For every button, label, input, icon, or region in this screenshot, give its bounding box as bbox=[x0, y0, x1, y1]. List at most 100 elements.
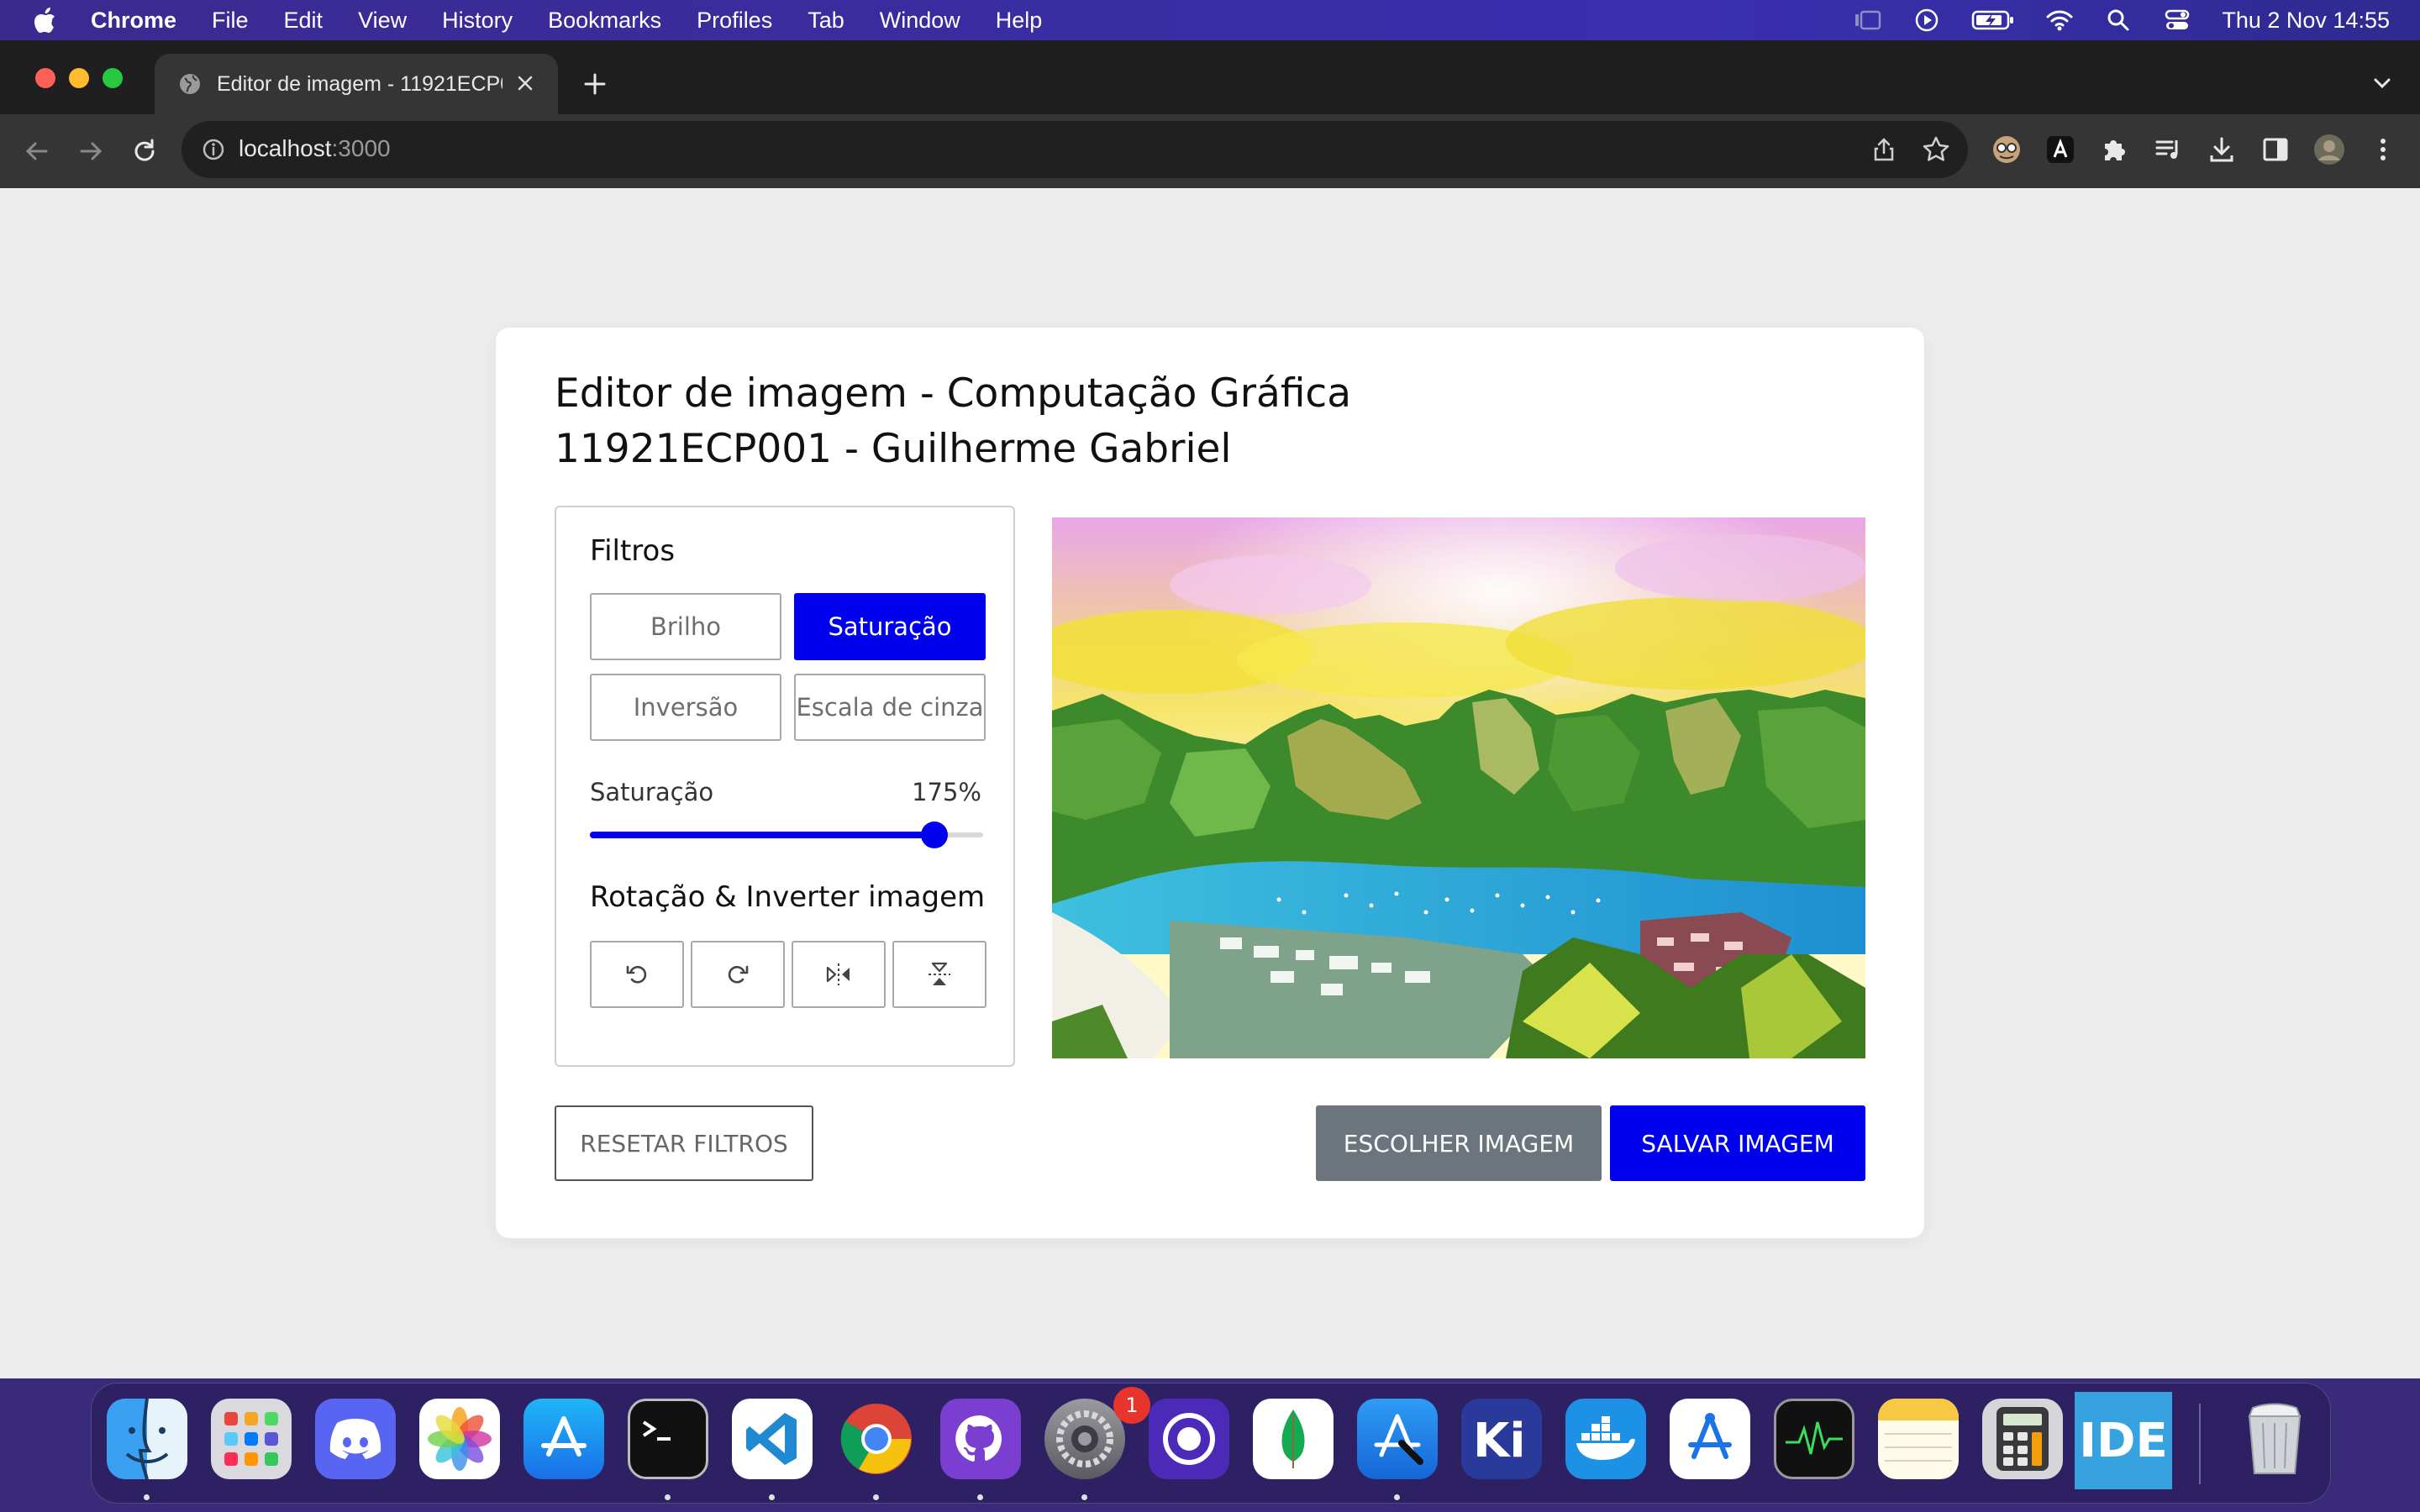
flip-horizontal-icon bbox=[826, 963, 850, 985]
browser-window: Editor de imagem - 11921ECP001 localhost… bbox=[0, 40, 2420, 1378]
tab-search-chevron-down-icon[interactable] bbox=[2370, 71, 2395, 96]
slider-value: 175% bbox=[912, 778, 981, 806]
flip-horizontal-button[interactable] bbox=[792, 941, 886, 1008]
apple-menu-icon[interactable] bbox=[32, 6, 57, 34]
extension-avatar-icon[interactable] bbox=[1990, 133, 2023, 166]
flip-vertical-icon bbox=[929, 962, 950, 985]
reload-icon[interactable] bbox=[128, 134, 161, 168]
dock-terminal-icon[interactable] bbox=[628, 1399, 708, 1479]
wifi-icon[interactable] bbox=[2045, 6, 2074, 34]
control-center-icon[interactable] bbox=[2163, 6, 2191, 34]
dock-docker-icon[interactable] bbox=[1565, 1399, 1646, 1479]
site-info-icon[interactable] bbox=[202, 138, 225, 161]
close-tab-icon[interactable] bbox=[514, 72, 536, 94]
dock-running-dot bbox=[769, 1494, 775, 1500]
extension-a-icon[interactable] bbox=[2044, 133, 2077, 166]
rotation-title: Rotação & Inverter imagem bbox=[590, 880, 986, 914]
url-port: :3000 bbox=[331, 135, 391, 161]
menu-profiles[interactable]: Profiles bbox=[697, 8, 772, 34]
stage-manager-icon[interactable] bbox=[1854, 6, 1882, 34]
spotlight-search-icon[interactable] bbox=[2104, 6, 2133, 34]
dock-running-dot bbox=[977, 1494, 983, 1500]
browser-toolbar: localhost:3000 bbox=[0, 114, 2420, 188]
dock-system-settings-icon[interactable] bbox=[1044, 1399, 1125, 1479]
dock-finder-icon[interactable] bbox=[107, 1399, 187, 1479]
dock-activity-monitor-icon[interactable] bbox=[1774, 1399, 1854, 1479]
media-controls-icon[interactable] bbox=[2151, 133, 2185, 166]
filter-inversion-button[interactable]: Inversão bbox=[590, 674, 781, 741]
battery-icon[interactable] bbox=[1971, 6, 2015, 34]
rotate-right-button[interactable] bbox=[691, 941, 785, 1008]
menu-help[interactable]: Help bbox=[996, 8, 1043, 34]
dock-calculator-icon[interactable] bbox=[1982, 1399, 2063, 1479]
forward-arrow-icon[interactable] bbox=[74, 134, 108, 168]
downloads-icon[interactable] bbox=[2205, 133, 2238, 166]
dock-trash-icon[interactable] bbox=[2234, 1399, 2315, 1479]
dock-notes-icon[interactable] bbox=[1878, 1399, 1959, 1479]
dock-kitematic-icon[interactable]: Ki bbox=[1461, 1399, 1542, 1479]
menu-app-name[interactable]: Chrome bbox=[91, 8, 176, 34]
play-icon[interactable] bbox=[1912, 6, 1941, 34]
menu-view[interactable]: View bbox=[358, 8, 407, 34]
dock-tor-browser-icon[interactable] bbox=[1149, 1399, 1229, 1479]
dock-app-store-icon[interactable] bbox=[523, 1399, 604, 1479]
chrome-menu-icon[interactable] bbox=[2366, 133, 2400, 166]
slider-thumb[interactable] bbox=[920, 822, 948, 848]
menu-tab[interactable]: Tab bbox=[808, 8, 844, 34]
landscape-image bbox=[1052, 517, 1865, 1058]
dock-mongodb-icon[interactable] bbox=[1253, 1399, 1334, 1479]
dock-ide-icon[interactable]: IDE bbox=[2075, 1392, 2172, 1489]
menu-history[interactable]: History bbox=[442, 8, 513, 34]
dock-photos-icon[interactable] bbox=[419, 1399, 500, 1479]
dock-ide-label: IDE bbox=[2079, 1413, 2168, 1468]
bookmark-star-icon[interactable] bbox=[1921, 134, 1951, 165]
dock-xcode-icon[interactable] bbox=[1357, 1399, 1438, 1479]
menu-bar-clock[interactable]: Thu 2 Nov 14:55 bbox=[2222, 8, 2390, 34]
reset-filters-button[interactable]: RESETAR FILTROS bbox=[555, 1105, 813, 1181]
rotate-left-button[interactable] bbox=[590, 941, 684, 1008]
dock-github-desktop-icon[interactable] bbox=[940, 1399, 1021, 1479]
page-title: Editor de imagem - Computação Gráfica 11… bbox=[555, 366, 1351, 477]
saturation-slider[interactable] bbox=[590, 818, 983, 852]
macos-dock: 1 Ki IDE bbox=[91, 1383, 2331, 1504]
page-title-line1: Editor de imagem - Computação Gráfica bbox=[555, 370, 1352, 417]
dock-launchpad-icon[interactable] bbox=[211, 1399, 292, 1479]
profile-avatar[interactable] bbox=[2312, 133, 2346, 166]
share-icon[interactable] bbox=[1870, 136, 1897, 163]
menu-file[interactable]: File bbox=[212, 8, 249, 34]
globe-icon bbox=[178, 72, 202, 96]
dock-chrome-icon[interactable] bbox=[836, 1399, 917, 1479]
settings-notification-badge: 1 bbox=[1113, 1387, 1150, 1424]
filter-brightness-button[interactable]: Brilho bbox=[590, 593, 781, 660]
dock-vscode-icon[interactable] bbox=[732, 1399, 813, 1479]
maximize-window-button[interactable] bbox=[103, 68, 123, 88]
filter-grayscale-button[interactable]: Escala de cinza bbox=[794, 674, 986, 741]
editor-card: Editor de imagem - Computação Gráfica 11… bbox=[496, 328, 1924, 1238]
filters-title: Filtros bbox=[590, 534, 676, 568]
filter-saturation-button[interactable]: Saturação bbox=[794, 593, 986, 660]
browser-tab-active[interactable]: Editor de imagem - 11921ECP001 bbox=[155, 54, 558, 114]
choose-image-button[interactable]: ESCOLHER IMAGEM bbox=[1316, 1105, 1602, 1181]
dock-discord-icon[interactable] bbox=[315, 1399, 396, 1479]
dock-running-dot bbox=[665, 1494, 671, 1500]
save-image-button[interactable]: SALVAR IMAGEM bbox=[1610, 1105, 1865, 1181]
url-text: localhost:3000 bbox=[239, 135, 391, 162]
menu-edit[interactable]: Edit bbox=[284, 8, 324, 34]
close-window-button[interactable] bbox=[35, 68, 55, 88]
menu-window[interactable]: Window bbox=[880, 8, 960, 34]
side-panel-icon[interactable] bbox=[2259, 133, 2292, 166]
new-tab-icon[interactable] bbox=[580, 69, 610, 99]
rotate-left-icon bbox=[626, 965, 647, 984]
menu-bookmarks[interactable]: Bookmarks bbox=[548, 8, 661, 34]
page-title-line2: 11921ECP001 - Guilherme Gabriel bbox=[555, 426, 1232, 472]
dock-running-dot bbox=[144, 1494, 150, 1500]
tab-title: Editor de imagem - 11921ECP001 bbox=[217, 71, 502, 96]
extensions-puzzle-icon[interactable] bbox=[2097, 133, 2131, 166]
minimize-window-button[interactable] bbox=[69, 68, 89, 88]
dock-running-dot bbox=[1394, 1494, 1400, 1500]
back-arrow-icon[interactable] bbox=[20, 134, 54, 168]
address-bar[interactable]: localhost:3000 bbox=[182, 121, 1968, 178]
flip-vertical-button[interactable] bbox=[892, 941, 986, 1008]
dock-instruments-icon[interactable] bbox=[1670, 1399, 1750, 1479]
dock-separator bbox=[2199, 1404, 2201, 1484]
